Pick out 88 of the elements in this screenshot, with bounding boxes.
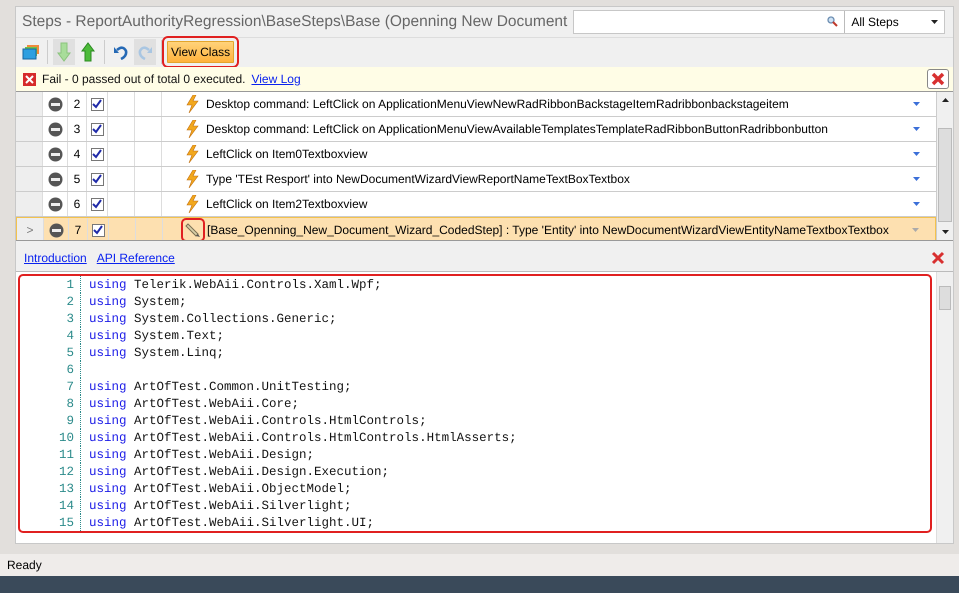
blocked-icon bbox=[48, 96, 62, 112]
status-text: Ready bbox=[7, 558, 42, 572]
scrollbar[interactable] bbox=[936, 92, 953, 240]
code-line: using System.Collections.Generic; bbox=[88, 312, 337, 326]
scroll-up-icon[interactable] bbox=[942, 98, 948, 102]
line-number: 15 bbox=[20, 514, 81, 531]
blocked-icon bbox=[48, 196, 62, 212]
step-number: 2 bbox=[74, 97, 80, 112]
step-checkbox[interactable] bbox=[90, 148, 104, 161]
scrollbar[interactable] bbox=[936, 272, 953, 543]
line-number: 11 bbox=[20, 446, 81, 463]
lightning-icon bbox=[185, 120, 199, 138]
close-button[interactable] bbox=[927, 69, 949, 90]
line-number: 10 bbox=[20, 429, 81, 446]
code-line: using ArtOfTest.WebAii.Design; bbox=[88, 448, 314, 462]
code-line: using ArtOfTest.WebAii.ObjectModel; bbox=[88, 482, 352, 496]
step-checkbox[interactable] bbox=[90, 98, 104, 111]
code-line: using System.Linq; bbox=[88, 346, 224, 360]
step-checkbox[interactable] bbox=[92, 224, 104, 237]
step-checkbox[interactable] bbox=[90, 198, 104, 211]
lightning-icon bbox=[185, 145, 199, 164]
line-number: 13 bbox=[20, 480, 81, 497]
code-line: using ArtOfTest.WebAii.Controls.HtmlControls; bbox=[88, 414, 427, 428]
caret-icon bbox=[931, 20, 938, 24]
code-line: using Telerik.WebAii.Controls.Xaml.Wpf; bbox=[88, 278, 382, 292]
fail-icon bbox=[23, 72, 36, 86]
lightning-icon bbox=[185, 170, 199, 188]
line-number: 7 bbox=[20, 378, 81, 395]
caret-icon[interactable] bbox=[912, 102, 920, 106]
code-line: using System; bbox=[88, 294, 187, 308]
pencil-icon bbox=[185, 222, 201, 238]
step-description: Desktop command: LeftClick on ApplicationMenuViewAvailableTemplatesTemplateRadRibbonButtonRadribbonbutton bbox=[206, 122, 828, 136]
step-description: Type 'TEst Resport' into NewDocumentWizardViewReportNameTextBoxTextbox bbox=[206, 172, 630, 186]
step-number: 4 bbox=[74, 147, 80, 162]
line-number: 1 bbox=[20, 276, 81, 293]
step-number: 5 bbox=[74, 172, 80, 186]
code-line: using ArtOfTest.Common.UnitTesting; bbox=[88, 380, 352, 394]
step-row[interactable]: 6 LeftClick on Item2Textboxview bbox=[16, 192, 936, 218]
step-description: [Base_Openning_New_Document_Wizard_CodedStep] : Type 'Entity' into NewDocumentWizardViewEntityNameTextboxTextbox bbox=[207, 223, 889, 238]
row-marker: > bbox=[26, 223, 34, 238]
scroll-down-icon[interactable] bbox=[942, 230, 948, 234]
lightning-icon bbox=[185, 95, 199, 114]
code-line: using ArtOfTest.WebAii.Core; bbox=[88, 396, 300, 410]
step-description: LeftClick on Item0Textboxview bbox=[206, 147, 368, 162]
caret-icon[interactable] bbox=[912, 152, 920, 156]
close-button[interactable] bbox=[931, 251, 945, 266]
panel-title: Steps - ReportAuthorityRegression\BaseSteps\Base (Openning New Document bbox=[22, 12, 568, 31]
line-number: 9 bbox=[20, 412, 81, 429]
step-row[interactable]: 3 Desktop command: LeftClick on ApplicationMenuViewAvailableTemplatesTemplateRadRibbonButtonRadribbonbutton bbox=[16, 117, 936, 142]
line-number: 12 bbox=[20, 463, 81, 480]
step-checkbox[interactable] bbox=[90, 122, 104, 136]
caret-icon[interactable] bbox=[912, 127, 920, 132]
code-line: using ArtOfTest.WebAii.Silverlight.UI; bbox=[88, 516, 374, 530]
step-row[interactable]: > 7 [Base_Openning_New_Document_Wizard_CodedStep] : Type 'Entity' into NewDocumentWizardViewEntityNameTextboxTextbox bbox=[16, 217, 936, 240]
help-link[interactable]: API Reference bbox=[96, 251, 175, 266]
line-number: 14 bbox=[20, 497, 81, 514]
lightning-icon bbox=[185, 195, 199, 214]
code-editor[interactable] bbox=[18, 274, 932, 533]
caret-icon[interactable] bbox=[912, 202, 920, 206]
blocked-icon bbox=[48, 146, 62, 162]
step-row[interactable]: 2 Desktop command: LeftClick on ApplicationMenuViewNewRadRibbonBackstageItemRadribbonbackstageitem bbox=[16, 92, 936, 118]
blocked-icon bbox=[48, 172, 62, 187]
result-message: Fail - 0 passed out of total 0 executed. bbox=[42, 72, 246, 86]
line-number: 4 bbox=[20, 327, 81, 344]
line-number: 3 bbox=[20, 310, 81, 327]
step-description: LeftClick on Item2Textboxview bbox=[206, 197, 368, 212]
step-description: Desktop command: LeftClick on ApplicationMenuViewNewRadRibbonBackstageItemRadribbonbackstageitem bbox=[206, 97, 789, 112]
step-number: 7 bbox=[74, 223, 82, 238]
blocked-icon bbox=[48, 222, 64, 238]
caret-icon[interactable] bbox=[912, 177, 920, 182]
step-checkbox[interactable] bbox=[90, 172, 104, 186]
step-number: 3 bbox=[74, 122, 80, 136]
step-number: 6 bbox=[74, 197, 80, 212]
line-number: 6 bbox=[20, 361, 81, 378]
line-number: 8 bbox=[20, 395, 81, 412]
line-number: 5 bbox=[20, 344, 81, 361]
line-number: 2 bbox=[20, 293, 81, 310]
code-line: using ArtOfTest.WebAii.Design.Execution; bbox=[88, 464, 390, 478]
scope-dropdown[interactable]: All Steps bbox=[845, 14, 944, 29]
step-row[interactable]: 5 Type 'TEst Resport' into NewDocumentWizardViewReportNameTextBoxTextbox bbox=[16, 167, 936, 192]
blocked-icon bbox=[48, 122, 62, 137]
code-line: using System.Text; bbox=[88, 328, 224, 342]
code-line: using ArtOfTest.WebAii.Controls.HtmlControls.HtmlAsserts; bbox=[88, 430, 517, 444]
step-row[interactable]: 4 LeftClick on Item0Textboxview bbox=[16, 142, 936, 168]
search-icon bbox=[827, 16, 838, 28]
view-log-link[interactable]: View Log bbox=[251, 72, 301, 86]
help-link[interactable]: Introduction bbox=[24, 251, 87, 266]
code-line: using ArtOfTest.WebAii.Silverlight; bbox=[88, 498, 352, 512]
